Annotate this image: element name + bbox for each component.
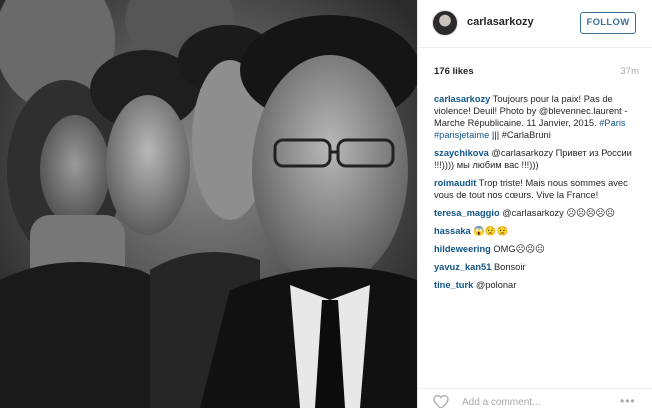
follow-button[interactable]: FOLLOW bbox=[580, 12, 636, 34]
comment-username[interactable]: tine_turk bbox=[434, 280, 473, 290]
comment-text: Bonsoir bbox=[491, 262, 526, 272]
caption: carlasarkozy Toujours pour la paix! Pas … bbox=[434, 93, 639, 141]
comment-username[interactable]: szaychikova bbox=[434, 148, 489, 158]
comment-text: 😱😟😟 bbox=[470, 226, 509, 236]
post-username[interactable]: carlasarkozy bbox=[467, 16, 534, 28]
comment-text: OMG☹☹☹ bbox=[490, 244, 545, 254]
comment-username[interactable]: hassaka bbox=[434, 226, 471, 236]
post-photo[interactable] bbox=[0, 0, 417, 408]
avatar[interactable] bbox=[432, 10, 458, 36]
post-side-panel: carlasarkozy FOLLOW 176 likes 37m carlas… bbox=[417, 0, 652, 408]
post-header: carlasarkozy FOLLOW bbox=[418, 0, 652, 48]
likes-count[interactable]: 176 likes bbox=[434, 66, 474, 77]
comment-username[interactable]: hildeweering bbox=[434, 244, 491, 254]
comment-text: @carlasarkozy ☹☹☹☹☹ bbox=[499, 208, 615, 218]
comment-username[interactable]: roimaudit bbox=[434, 178, 476, 188]
post-meta: 176 likes 37m bbox=[434, 66, 639, 80]
comment-footer: Add a comment... ••• bbox=[418, 388, 652, 408]
caption-text-end: ||| #CarlaBruni bbox=[489, 130, 551, 140]
comment-item: roimaudit Trop triste! Mais nous sommes … bbox=[434, 177, 639, 201]
comments-list: carlasarkozy Toujours pour la paix! Pas … bbox=[434, 93, 639, 297]
comment-item: szaychikova @carlasarkozy Привет из Росс… bbox=[434, 147, 639, 171]
add-comment-input[interactable]: Add a comment... bbox=[462, 397, 540, 408]
more-options-icon[interactable]: ••• bbox=[620, 394, 636, 408]
comment-item: yavuz_kan51 Bonsoir bbox=[434, 261, 639, 273]
comment-item: hassaka 😱😟😟 bbox=[434, 225, 639, 237]
heart-icon[interactable] bbox=[433, 395, 449, 408]
comment-item: tine_turk @polonar bbox=[434, 279, 639, 291]
comment-text: @polonar bbox=[473, 280, 517, 290]
comment-item: teresa_maggio @carlasarkozy ☹☹☹☹☹ bbox=[434, 207, 639, 219]
comment-username[interactable]: yavuz_kan51 bbox=[434, 262, 491, 272]
comment-username[interactable]: teresa_maggio bbox=[434, 208, 500, 218]
post-time[interactable]: 37m bbox=[621, 66, 639, 77]
comment-item: hildeweering OMG☹☹☹ bbox=[434, 243, 639, 255]
caption-username[interactable]: carlasarkozy bbox=[434, 94, 490, 104]
